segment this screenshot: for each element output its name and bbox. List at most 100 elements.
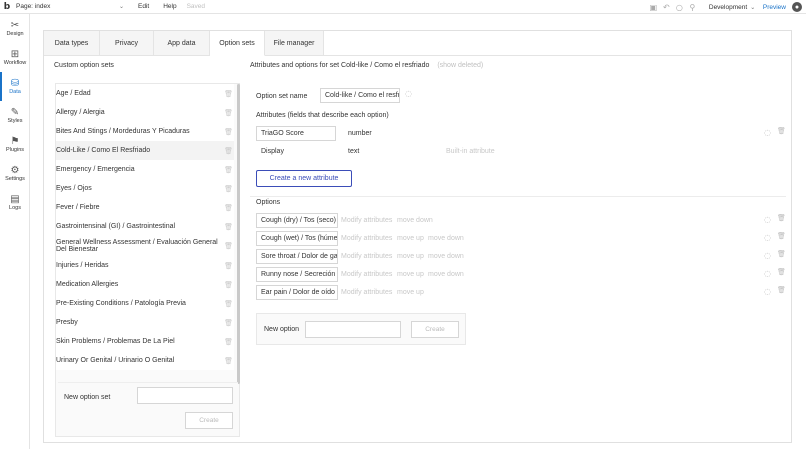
nav-design[interactable]: ✂ Design bbox=[0, 14, 30, 43]
tab-option-sets[interactable]: Option sets bbox=[210, 31, 265, 56]
create-option-set-button[interactable]: Create bbox=[185, 412, 233, 429]
new-option-label: New option bbox=[264, 326, 300, 333]
show-deleted-link[interactable]: (show deleted) bbox=[437, 62, 483, 69]
tab-file-manager[interactable]: File manager bbox=[265, 31, 324, 56]
modify-attributes-link[interactable]: Modify attributes bbox=[341, 217, 392, 224]
move-up-link[interactable]: move up bbox=[397, 235, 424, 242]
option-name-input[interactable]: Cough (wet) / Tos (húmedo) bbox=[256, 231, 338, 246]
move-up-link[interactable]: move up bbox=[397, 271, 424, 278]
trash-icon[interactable]: 🗑 bbox=[777, 214, 786, 222]
new-option-input[interactable] bbox=[305, 321, 401, 338]
trash-icon[interactable]: 🗑 bbox=[224, 242, 233, 250]
comment-icon[interactable]: ◌ bbox=[764, 251, 771, 260]
trash-icon[interactable]: 🗑 bbox=[224, 147, 233, 155]
trash-icon[interactable]: 🗑 bbox=[224, 90, 233, 98]
trash-icon[interactable]: 🗑 bbox=[777, 250, 786, 258]
environment-label: Development bbox=[708, 3, 748, 11]
list-item[interactable]: Pre-Existing Conditions / Patología Prev… bbox=[56, 294, 234, 313]
nav-styles[interactable]: ✎ Styles bbox=[0, 101, 30, 130]
create-option-button[interactable]: Create bbox=[411, 321, 459, 338]
list-item[interactable]: Presby 🗑 bbox=[56, 313, 234, 332]
tab-data-types[interactable]: Data types bbox=[44, 31, 100, 56]
attribute-name-input[interactable]: TriaGO Score bbox=[256, 126, 336, 141]
trash-icon[interactable]: 🗑 bbox=[224, 262, 233, 270]
trash-icon[interactable]: 🗑 bbox=[224, 166, 233, 174]
comment-icon[interactable]: ◌ bbox=[764, 287, 771, 296]
comment-icon[interactable]: ◌ bbox=[764, 269, 771, 278]
page-selector[interactable]: Page: index ⌄ bbox=[16, 3, 124, 10]
trash-icon[interactable]: 🗑 bbox=[224, 223, 233, 231]
create-attribute-button[interactable]: Create a new attribute bbox=[256, 170, 352, 187]
account-avatar-icon[interactable]: ● bbox=[792, 2, 802, 12]
option-name-input[interactable]: Cough (dry) / Tos (seco) bbox=[256, 213, 338, 228]
modify-attributes-link[interactable]: Modify attributes bbox=[341, 235, 392, 242]
list-item[interactable]: Urinary Or Genital / Urinario O Genital … bbox=[56, 351, 234, 370]
move-down-link[interactable]: move down bbox=[428, 253, 464, 260]
trash-icon[interactable]: 🗑 bbox=[224, 357, 233, 365]
search-icon[interactable]: ⚲ bbox=[686, 1, 699, 14]
trash-icon[interactable]: 🗑 bbox=[224, 128, 233, 136]
list-item[interactable]: Fever / Fiebre 🗑 bbox=[56, 198, 234, 217]
trash-icon[interactable]: 🗑 bbox=[777, 232, 786, 240]
modify-attributes-link[interactable]: Modify attributes bbox=[341, 271, 392, 278]
nav-workflow[interactable]: ⊞ Workflow bbox=[0, 43, 30, 72]
list-item[interactable]: Eyes / Ojos 🗑 bbox=[56, 179, 234, 198]
list-item[interactable]: Age / Edad 🗑 bbox=[56, 84, 234, 103]
move-up-link[interactable]: move up bbox=[397, 289, 424, 296]
trash-icon[interactable]: 🗑 bbox=[224, 109, 233, 117]
trash-icon[interactable]: 🗑 bbox=[224, 338, 233, 346]
option-set-name-input[interactable]: Cold-like / Como el resfriado bbox=[320, 88, 400, 103]
menu-help[interactable]: Help bbox=[163, 3, 176, 10]
comment-icon[interactable]: ◌ bbox=[405, 89, 412, 98]
list-item[interactable]: Gastrointensinal (GI) / Gastrointestinal… bbox=[56, 217, 234, 236]
menu-edit[interactable]: Edit bbox=[138, 3, 149, 10]
trash-icon[interactable]: 🗑 bbox=[224, 319, 233, 327]
bubble-logo-icon[interactable]: b bbox=[0, 0, 14, 14]
option-name-input[interactable]: Runny nose / Secreción nasal bbox=[256, 267, 338, 282]
trash-icon[interactable]: 🗑 bbox=[224, 204, 233, 212]
modify-attributes-link[interactable]: Modify attributes bbox=[341, 253, 392, 260]
option-name-input[interactable]: Sore throat / Dolor de garganta bbox=[256, 249, 338, 264]
list-item[interactable]: Skin Problems / Problemas De La Piel 🗑 bbox=[56, 332, 234, 351]
trash-icon[interactable]: 🗑 bbox=[224, 281, 233, 289]
move-down-link[interactable]: move down bbox=[428, 235, 464, 242]
environment-selector[interactable]: Development ⌄ bbox=[709, 4, 755, 11]
nav-plugins[interactable]: ⚑ Plugins bbox=[0, 130, 30, 159]
nav-logs[interactable]: ▤ Logs bbox=[0, 188, 30, 217]
comment-icon[interactable]: ◌ bbox=[764, 215, 771, 224]
trash-icon[interactable]: 🗑 bbox=[224, 300, 233, 308]
tab-app-data[interactable]: App data bbox=[154, 31, 210, 56]
left-sidebar: ✂ Design ⊞ Workflow ⛁ Data ✎ Styles ⚑ Pl… bbox=[0, 14, 30, 449]
brush-icon: ✎ bbox=[10, 107, 20, 118]
list-item[interactable]: Allergy / Alergia 🗑 bbox=[56, 103, 234, 122]
tab-privacy[interactable]: Privacy bbox=[100, 31, 154, 56]
trash-icon[interactable]: 🗑 bbox=[224, 185, 233, 193]
list-item[interactable]: Cold-Like / Como El Resfriado 🗑 bbox=[56, 141, 234, 160]
option-set-name-label: Option set name bbox=[256, 93, 308, 100]
nav-settings[interactable]: ⚙ Settings bbox=[0, 159, 30, 188]
move-down-link[interactable]: move down bbox=[397, 217, 433, 224]
list-item[interactable]: Bites And Stings / Mordeduras Y Picadura… bbox=[56, 122, 234, 141]
trash-icon[interactable]: 🗑 bbox=[777, 127, 786, 135]
comment-icon[interactable]: ◌ bbox=[764, 128, 771, 137]
new-option-set-input[interactable] bbox=[137, 387, 233, 404]
preview-link[interactable]: Preview bbox=[763, 4, 786, 11]
redo-icon[interactable]: ○ bbox=[673, 1, 686, 14]
option-name-input[interactable]: Ear pain / Dolor de oído bbox=[256, 285, 338, 300]
list-scrollbar[interactable] bbox=[237, 84, 240, 384]
undo-icon[interactable]: ↶ bbox=[660, 1, 673, 14]
move-up-link[interactable]: move up bbox=[397, 253, 424, 260]
modify-attributes-link[interactable]: Modify attributes bbox=[341, 289, 392, 296]
nav-data[interactable]: ⛁ Data bbox=[0, 72, 30, 101]
plugin-icon: ⚑ bbox=[10, 136, 20, 147]
list-item[interactable]: Emergency / Emergencia 🗑 bbox=[56, 160, 234, 179]
trash-icon[interactable]: 🗑 bbox=[777, 268, 786, 276]
trash-icon[interactable]: 🗑 bbox=[777, 286, 786, 294]
list-item[interactable]: General Wellness Assessment / Evaluación… bbox=[56, 236, 234, 256]
document-icon: ▤ bbox=[10, 194, 20, 205]
list-item[interactable]: Injuries / Heridas 🗑 bbox=[56, 256, 234, 275]
move-down-link[interactable]: move down bbox=[428, 271, 464, 278]
list-item[interactable]: Medication Allergies 🗑 bbox=[56, 275, 234, 294]
comment-icon[interactable]: ◌ bbox=[764, 233, 771, 242]
gift-icon[interactable]: ▣ bbox=[647, 1, 660, 14]
